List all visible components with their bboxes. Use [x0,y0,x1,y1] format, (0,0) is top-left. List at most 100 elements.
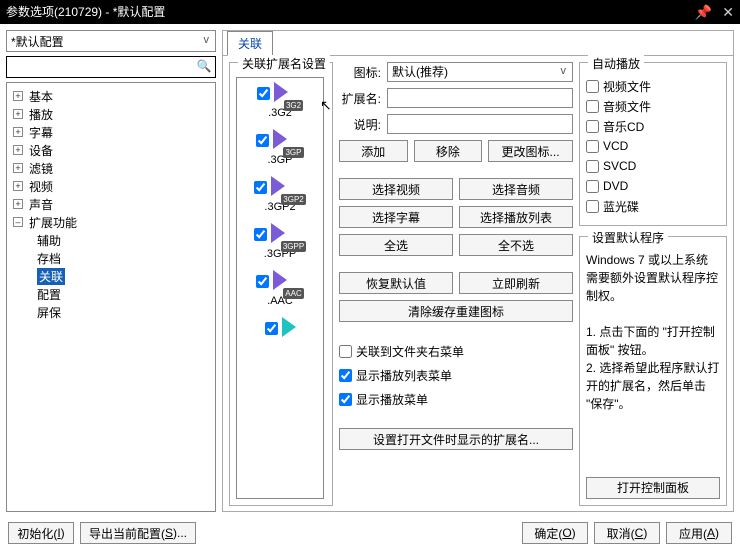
ext-checkbox[interactable] [256,134,269,147]
ext-checkbox[interactable] [254,228,267,241]
autoplay-title: 自动播放 [588,55,644,72]
middle-column: 图标: 默认(推荐) 扩展名: 说明: 添加 移除 更改图标... [339,62,573,506]
autoplay-checkbox[interactable] [586,140,599,153]
extension-list[interactable]: 3G2.3G2 3GP.3GP 3GP2.3GP2 3GPP.3GPP AAC.AAC [236,77,324,499]
tree-item[interactable]: 辅助 [7,231,215,249]
folder-menu-check[interactable] [339,345,352,358]
autoplay-checkbox[interactable] [586,160,599,173]
expand-icon[interactable]: + [13,109,23,119]
title-bar: 参数选项(210729) - *默认配置 📌 ✕ [0,0,740,24]
icon-select[interactable]: 默认(推荐) [387,62,573,82]
tree-item-label: 设备 [29,142,53,159]
init-button[interactable]: 初始化(I) [8,522,74,544]
category-tree[interactable]: +基本+播放+字幕+设备+滤镜+视频+声音–扩展功能辅助存档关联配置屏保 [6,82,216,512]
ext-entry[interactable]: 3GPP.3GPP [239,223,321,260]
autoplay-checkbox[interactable] [586,100,599,113]
tree-item[interactable]: 配置 [7,285,215,303]
select-video-button[interactable]: 选择视频 [339,178,453,200]
autoplay-item[interactable]: 音频文件 [586,97,720,115]
playlist-menu-check-row[interactable]: 显示播放列表菜单 [339,366,573,384]
ext-entry[interactable]: 3G2.3G2 [239,82,321,119]
tree-item-label: 关联 [37,268,65,285]
expand-icon[interactable]: + [13,181,23,191]
expand-icon[interactable]: + [13,163,23,173]
tree-item[interactable]: +基本 [7,87,215,105]
autoplay-item[interactable]: 蓝光碟 [586,197,720,215]
playlist-menu-check[interactable] [339,369,352,382]
autoplay-item[interactable]: 音乐CD [586,117,720,135]
ok-button[interactable]: 确定(O) [522,522,588,544]
expand-icon[interactable]: + [13,199,23,209]
desc-input[interactable] [387,114,573,134]
default-program-body: Windows 7 或以上系统需要额外设置默认程序控制权。 1. 点击下面的 "… [586,251,720,469]
tree-item[interactable]: +滤镜 [7,159,215,177]
tab-strip: 关联 [223,31,733,55]
tree-item[interactable]: +视频 [7,177,215,195]
tree-item[interactable]: +播放 [7,105,215,123]
ext-entry[interactable] [239,317,321,340]
tree-item[interactable]: + 设备 [7,141,215,159]
ext-name: .3GP [239,154,321,166]
select-subtitle-button[interactable]: 选择字幕 [339,206,453,228]
open-control-panel-button[interactable]: 打开控制面板 [586,477,720,499]
ext-checkbox[interactable] [257,87,270,100]
profile-select-value: *默认配置 [11,35,64,49]
ext-checkbox[interactable] [254,181,267,194]
search-icon[interactable]: 🔍 [196,59,212,73]
search-input-container: 🔍 [6,56,216,78]
tree-item-label: 屏保 [37,304,61,321]
expand-icon[interactable]: + [13,145,23,155]
autoplay-item[interactable]: DVD [586,177,720,195]
ext-entry[interactable]: 3GP2.3GP2 [239,176,321,213]
cancel-button[interactable]: 取消(C) [594,522,660,544]
ext-checkbox[interactable] [256,275,269,288]
ext-badge: AAC [283,288,303,299]
autoplay-checkbox[interactable] [586,180,599,193]
open-ext-dialog-button[interactable]: 设置打开文件时显示的扩展名... [339,428,573,450]
select-all-button[interactable]: 全选 [339,234,453,256]
close-icon[interactable]: ✕ [722,0,734,24]
select-audio-button[interactable]: 选择音频 [459,178,573,200]
change-icon-button[interactable]: 更改图标... [488,140,573,162]
ext-input[interactable] [387,88,573,108]
play-menu-check[interactable] [339,393,352,406]
add-button[interactable]: 添加 [339,140,408,162]
play-menu-check-row[interactable]: 显示播放菜单 [339,390,573,408]
autoplay-checkbox[interactable] [586,80,599,93]
tree-item[interactable]: +声音 [7,195,215,213]
restore-defaults-button[interactable]: 恢复默认值 [339,272,453,294]
autoplay-checkbox[interactable] [586,200,599,213]
tree-item-label: 存档 [37,250,61,267]
footer: 初始化(I) 导出当前配置(S)... 确定(O) 取消(C) 应用(A) [0,518,740,548]
tree-item[interactable]: 关联 [7,267,215,285]
autoplay-item[interactable]: VCD [586,137,720,155]
tree-item[interactable]: 屏保 [7,303,215,321]
tab-association[interactable]: 关联 [227,31,273,56]
tree-item[interactable]: –扩展功能 [7,213,215,231]
profile-select[interactable]: *默认配置 [6,30,216,52]
tree-item[interactable]: 存档 [7,249,215,267]
folder-menu-check-row[interactable]: 关联到文件夹右菜单 [339,342,573,360]
ext-checkbox[interactable] [265,322,278,335]
clear-cache-button[interactable]: 清除缓存重建图标 [339,300,573,322]
ext-entry[interactable]: AAC.AAC [239,270,321,307]
expand-icon[interactable]: + [13,127,23,137]
autoplay-checkbox[interactable] [586,120,599,133]
icon-select-value: 默认(推荐) [392,65,448,79]
remove-button[interactable]: 移除 [414,140,483,162]
expand-icon[interactable]: + [13,91,23,101]
refresh-button[interactable]: 立即刷新 [459,272,573,294]
autoplay-item[interactable]: 视频文件 [586,77,720,95]
tree-item[interactable]: +字幕 [7,123,215,141]
ext-entry[interactable]: 3GP.3GP [239,129,321,166]
expand-icon[interactable]: – [13,217,23,227]
pin-icon[interactable]: 📌 [695,0,712,24]
search-input[interactable] [7,57,193,77]
autoplay-group: 自动播放 视频文件音频文件音乐CDVCDSVCDDVD蓝光碟 [579,62,727,226]
autoplay-item[interactable]: SVCD [586,157,720,175]
select-playlist-button[interactable]: 选择播放列表 [459,206,573,228]
select-none-button[interactable]: 全不选 [459,234,573,256]
autoplay-label: VCD [603,139,628,153]
export-button[interactable]: 导出当前配置(S)... [80,522,196,544]
apply-button[interactable]: 应用(A) [666,522,732,544]
